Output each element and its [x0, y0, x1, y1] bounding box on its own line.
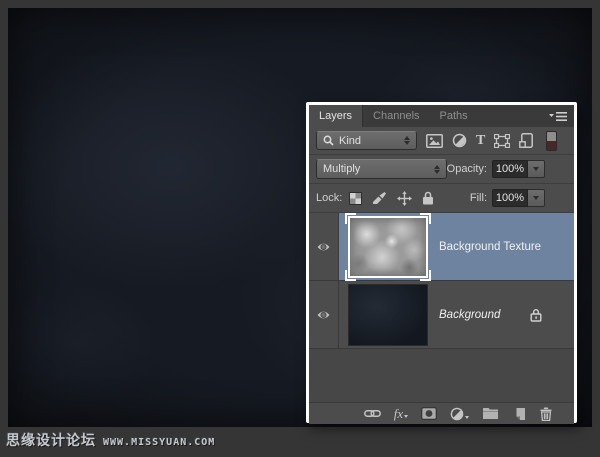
blend-row: Multiply Opacity: 100% [309, 155, 574, 184]
opacity-input[interactable]: 100% [492, 160, 528, 178]
layers-panel: Layers Channels Paths Kind [306, 102, 577, 423]
filter-kind-label: Kind [339, 135, 361, 147]
panel-menu-icon[interactable] [548, 109, 568, 123]
fill-input[interactable]: 100% [492, 189, 528, 207]
layer-list: Background Texture Background [309, 213, 574, 402]
tab-channels-label: Channels [373, 110, 419, 122]
chevron-down-icon [465, 416, 469, 419]
selection-bracket-icon [420, 270, 431, 281]
tab-paths[interactable]: Paths [430, 105, 478, 127]
texture-thumbnail-image [348, 216, 428, 278]
add-layer-mask-button[interactable] [421, 407, 437, 420]
filter-pixel-layers-icon[interactable] [426, 134, 443, 148]
visibility-toggle[interactable] [309, 213, 339, 280]
filter-kind-dropdown[interactable]: Kind [316, 131, 417, 150]
tab-layers[interactable]: Layers [309, 105, 363, 127]
dropdown-stepper-icon [434, 165, 440, 174]
tab-paths-label: Paths [440, 110, 468, 122]
fill-dropdown-button[interactable] [528, 189, 545, 207]
visibility-toggle[interactable] [309, 281, 339, 348]
panel-tab-bar: Layers Channels Paths [309, 105, 574, 127]
tab-layers-label: Layers [319, 110, 352, 122]
fill-label: Fill: [470, 192, 487, 204]
lock-image-pixels-icon[interactable] [372, 191, 387, 205]
opacity-label: Opacity: [447, 163, 487, 175]
filter-smart-objects-icon[interactable] [519, 133, 533, 148]
selection-bracket-icon [345, 270, 356, 281]
layer-thumbnail-background-texture[interactable] [348, 216, 428, 278]
lock-row: Lock: [309, 184, 574, 213]
tab-channels[interactable]: Channels [363, 105, 429, 127]
blend-mode-value: Multiply [323, 163, 360, 175]
eye-icon [316, 242, 331, 252]
fx-icon: fx [394, 407, 403, 420]
layer-name[interactable]: Background Texture [439, 241, 541, 253]
filter-adjustment-layers-icon[interactable] [452, 133, 467, 148]
eye-icon [316, 310, 331, 320]
layer-name[interactable]: Background [439, 309, 500, 321]
watermark-site-url: WWW.MISSYUAN.COM [103, 437, 215, 448]
lock-transparent-pixels-icon[interactable] [349, 192, 362, 205]
panel-bottom-toolbar: fx [309, 402, 574, 424]
lock-position-icon[interactable] [397, 191, 412, 206]
layer-list-empty-area [309, 349, 574, 402]
blend-mode-dropdown[interactable]: Multiply [316, 159, 447, 179]
filter-toggle-switch[interactable] [546, 131, 557, 151]
layer-row-background-texture[interactable]: Background Texture [309, 213, 574, 281]
link-layers-icon[interactable] [364, 409, 381, 418]
search-icon [323, 135, 334, 146]
lock-all-icon[interactable] [422, 191, 434, 205]
chevron-down-icon [404, 415, 408, 418]
new-adjustment-layer-button[interactable] [450, 407, 469, 421]
filter-row: Kind T [309, 127, 574, 155]
new-group-button[interactable] [482, 407, 499, 420]
layer-locked-icon [530, 308, 542, 322]
background-thumbnail-image [348, 284, 428, 346]
lock-label: Lock: [316, 192, 342, 204]
layer-row-background[interactable]: Background [309, 281, 574, 349]
filter-shape-layers-icon[interactable] [494, 134, 510, 148]
delete-layer-icon[interactable] [539, 407, 553, 421]
dropdown-stepper-icon [404, 136, 410, 145]
selection-bracket-icon [420, 213, 431, 224]
selection-bracket-icon [345, 213, 356, 224]
filter-type-layers-icon[interactable]: T [476, 134, 485, 148]
opacity-dropdown-button[interactable] [528, 160, 545, 178]
layer-styles-button[interactable]: fx [394, 407, 408, 420]
layer-thumbnail-background[interactable] [348, 284, 428, 346]
new-layer-button[interactable] [512, 407, 526, 421]
watermark-site-name: 思缘设计论坛 [6, 430, 96, 450]
watermark: 思缘设计论坛 WWW.MISSYUAN.COM [6, 430, 215, 450]
